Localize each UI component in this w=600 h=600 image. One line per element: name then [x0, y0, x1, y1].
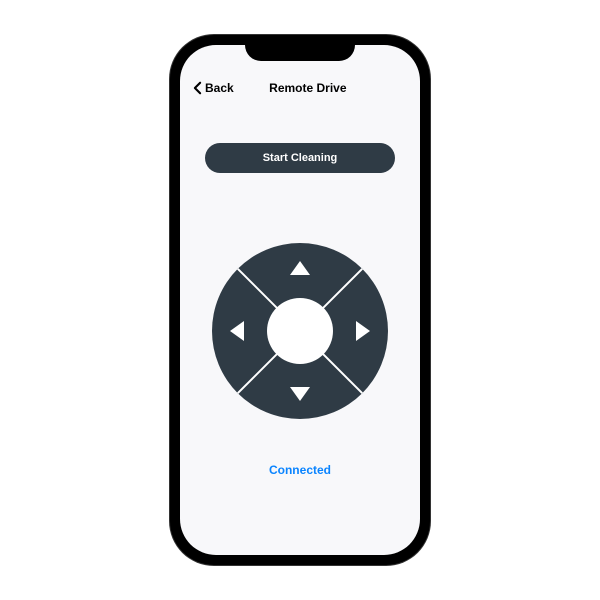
page-title: Remote Drive — [208, 81, 408, 95]
main-content: Start Cleaning Connected — [180, 103, 420, 477]
dpad-up-button[interactable] — [290, 261, 310, 275]
connection-status: Connected — [269, 463, 331, 477]
phone-frame: Back Remote Drive Start Cleaning Connect… — [170, 35, 430, 565]
dpad-down-button[interactable] — [290, 387, 310, 401]
phone-notch — [245, 35, 355, 61]
direction-pad — [212, 243, 388, 419]
dpad-left-button[interactable] — [230, 321, 244, 341]
dpad-right-button[interactable] — [356, 321, 370, 341]
phone-screen: Back Remote Drive Start Cleaning Connect… — [180, 45, 420, 555]
dpad-center-button[interactable] — [267, 298, 333, 364]
chevron-left-icon — [192, 81, 203, 95]
start-cleaning-button[interactable]: Start Cleaning — [205, 143, 395, 173]
